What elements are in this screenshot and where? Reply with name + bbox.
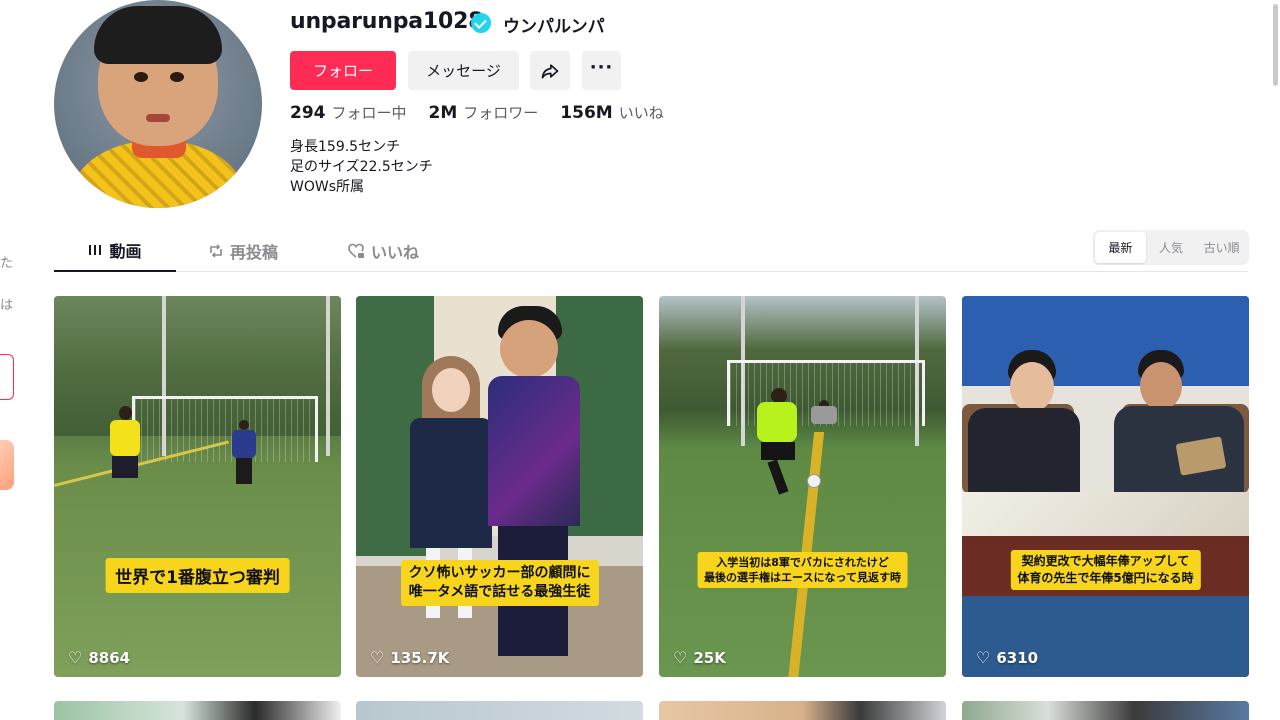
video-card[interactable] [356,701,643,720]
video-card[interactable]: 世界で1番腹立つ審判 ♡ 8864 [54,296,341,677]
heart-lock-icon [348,243,364,258]
video-card[interactable] [962,701,1249,720]
video-caption: 世界で1番腹立つ審判 [105,558,290,593]
repost-icon [210,244,222,258]
profile-tabs: 動画 再投稿 いいね [54,230,1248,272]
profile-nickname: ウンパルンパ [503,17,605,37]
video-card[interactable] [54,701,341,720]
bio-line: 身長159.5センチ [290,139,401,155]
caption-line: 最後の選手権はエースになって見返す時 [704,571,901,584]
video-like-count: 25K [693,648,726,667]
video-caption: クソ怖いサッカー部の顧問に 唯一タメ語で話せる最強生徒 [400,560,599,606]
caption-line: 契約更改で大幅年俸アップして [1021,554,1190,568]
share-button[interactable] [530,51,570,90]
video-likes: ♡ 6310 [976,648,1038,667]
tab-reposts-label: 再投稿 [230,243,279,262]
sidebar-sliver: た は [0,0,20,720]
caption-line: 唯一タメ語で話せる最強生徒 [408,584,591,600]
bio-line: 足のサイズ22.5センチ [290,159,433,175]
sidebar-text-2: は [0,298,14,313]
grid-icon [89,245,102,255]
tab-liked-label: いいね [371,243,420,262]
followers-label[interactable]: フォロワー [463,102,538,123]
followers-count[interactable]: 2M [429,103,458,123]
video-card[interactable]: 入学当初は8軍でバカにされたけど 最後の選手権はエースになって見返す時 ♡ 25… [659,296,946,677]
tab-liked[interactable]: いいね [348,230,419,272]
likes-count: 156M [560,103,613,123]
heart-icon: ♡ [673,648,688,667]
video-thumbnail [659,296,946,677]
more-options-button[interactable]: ··· [582,51,621,90]
verified-badge-icon [471,13,491,33]
heart-icon: ♡ [68,648,83,667]
scrollbar-thumb[interactable] [1273,4,1278,86]
video-thumbnail [962,296,1249,677]
video-likes: ♡ 8864 [68,648,130,667]
follow-button[interactable]: フォロー [290,51,396,90]
sidebar-text-1: た [0,256,14,271]
video-thumbnail [356,296,643,677]
following-label[interactable]: フォロー中 [332,102,407,123]
tab-reposts[interactable]: 再投稿 [208,230,278,272]
profile-avatar[interactable] [54,0,262,208]
sort-popular[interactable]: 人気 [1146,232,1197,263]
tab-videos-label: 動画 [109,242,142,261]
bio-line: WOWs所属 [290,179,364,195]
caption-line: 体育の先生で年俸5億円になる時 [1017,571,1194,585]
likes-label: いいね [618,104,664,122]
video-likes: ♡ 135.7K [370,648,449,667]
video-card[interactable]: 契約更改で大幅年俸アップして 体育の先生で年俸5億円になる時 ♡ 6310 [962,296,1249,677]
sort-oldest[interactable]: 古い順 [1196,232,1247,263]
share-icon [541,63,559,78]
video-card[interactable] [659,701,946,720]
tab-videos[interactable]: 動画 [54,230,176,272]
profile-stats: 294 フォロー中 2M フォロワー 156M いいね [290,102,686,123]
caption-line: クソ怖いサッカー部の顧問に [408,565,591,581]
sort-toggle: 最新 人気 古い順 [1093,230,1249,265]
page-scrollbar[interactable] [1270,0,1280,720]
caption-line: 入学当初は8軍でバカにされたけど [716,556,889,569]
video-like-count: 8864 [88,648,131,667]
heart-icon: ♡ [976,648,991,667]
video-caption: 入学当初は8軍でバカにされたけど 最後の選手権はエースになって見返す時 [697,552,908,588]
following-count[interactable]: 294 [290,103,326,123]
video-card[interactable]: クソ怖いサッカー部の顧問に 唯一タメ語で話せる最強生徒 ♡ 135.7K [356,296,643,677]
sidebar-login-button[interactable] [0,354,14,400]
video-like-count: 6310 [996,648,1039,667]
video-like-count: 135.7K [390,648,450,667]
heart-icon: ♡ [370,648,385,667]
profile-bio: 身長159.5センチ 足のサイズ22.5センチ WOWs所属 [290,137,433,197]
video-likes: ♡ 25K [673,648,726,667]
sort-latest[interactable]: 最新 [1095,232,1146,263]
sidebar-app-icon[interactable] [0,440,14,490]
video-thumbnail [54,296,341,677]
message-button[interactable]: メッセージ [408,51,519,90]
profile-username: unparunpa1028 [290,9,484,34]
video-caption: 契約更改で大幅年俸アップして 体育の先生で年俸5億円になる時 [1010,550,1201,590]
